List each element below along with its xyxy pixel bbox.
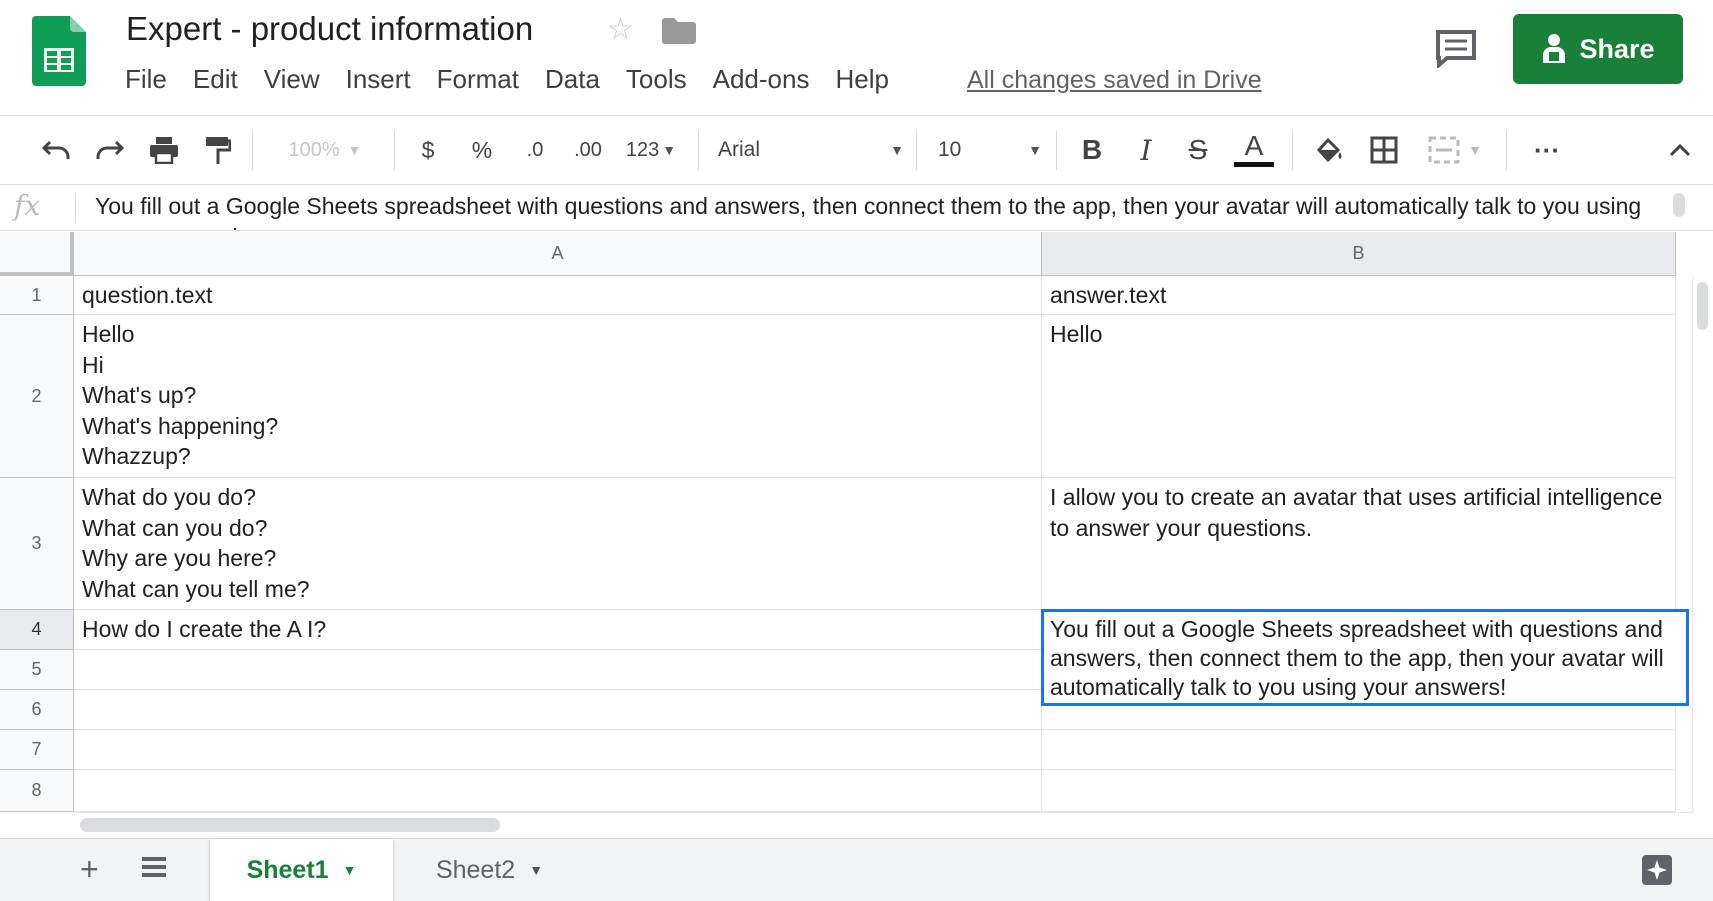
- tab-sheet2[interactable]: Sheet2 ▼: [398, 839, 581, 901]
- chevron-down-icon: ▼: [342, 862, 357, 878]
- row-header-8[interactable]: 8: [0, 770, 74, 812]
- title-bar: Expert - product information ☆ File Edit…: [0, 0, 1713, 116]
- folder-icon[interactable]: [662, 18, 696, 44]
- strikethrough-button[interactable]: S: [1180, 116, 1216, 184]
- fill-color-icon[interactable]: [1310, 116, 1350, 184]
- row-header-2[interactable]: 2: [0, 315, 74, 478]
- toolbar-separator: [698, 130, 699, 170]
- more-options-button[interactable]: ···: [1522, 116, 1572, 184]
- print-icon[interactable]: [144, 116, 184, 184]
- select-all-corner[interactable]: [0, 232, 74, 276]
- comments-icon[interactable]: [1435, 30, 1477, 68]
- document-title[interactable]: Expert - product information: [126, 10, 533, 48]
- text-color-button[interactable]: A: [1232, 116, 1276, 184]
- lock-person-icon: [1543, 34, 1566, 63]
- column-header-a[interactable]: A: [74, 232, 1042, 276]
- row-header-1[interactable]: 1: [0, 276, 74, 315]
- percent-format-button[interactable]: %: [464, 116, 500, 184]
- menu-file[interactable]: File: [116, 64, 180, 95]
- formula-scrollbar[interactable]: [1673, 193, 1685, 217]
- sheets-logo-icon[interactable]: [32, 16, 86, 86]
- menu-format[interactable]: Format: [424, 64, 532, 95]
- merge-cells-icon[interactable]: ▼: [1418, 116, 1492, 184]
- italic-button[interactable]: I: [1128, 116, 1164, 184]
- cell-a1[interactable]: question.text: [74, 276, 1042, 315]
- column-header-b[interactable]: B: [1042, 232, 1676, 276]
- font-family-select[interactable]: Arial ▼: [718, 116, 904, 184]
- formula-input[interactable]: You fill out a Google Sheets spreadsheet…: [95, 191, 1655, 230]
- row-header-7[interactable]: 7: [0, 730, 74, 770]
- cell-a3[interactable]: What do you do? What can you do? Why are…: [74, 478, 1042, 610]
- row-header-3[interactable]: 3: [0, 478, 74, 610]
- paint-format-icon[interactable]: [198, 116, 238, 184]
- toolbar-separator: [916, 130, 917, 170]
- spreadsheet-grid: A B 1 2 3 4 5 6 7 8 question.text answer…: [0, 232, 1713, 812]
- tab-sheet1[interactable]: Sheet1 ▼: [210, 839, 393, 901]
- chevron-down-icon: ▼: [1468, 142, 1482, 158]
- bold-button[interactable]: B: [1074, 116, 1110, 184]
- sheet-tabs-bar: + Sheet1 ▼ Sheet2 ▼: [0, 838, 1713, 901]
- cell-a5[interactable]: [74, 650, 1042, 690]
- fx-icon: fx: [14, 189, 41, 222]
- cell-b4-active[interactable]: You fill out a Google Sheets spreadsheet…: [1041, 609, 1689, 706]
- menu-tools[interactable]: Tools: [613, 64, 700, 95]
- toolbar-separator: [1292, 130, 1293, 170]
- cell-b8[interactable]: [1042, 770, 1676, 812]
- vertical-scrollbar-track[interactable]: [1692, 276, 1713, 812]
- all-sheets-list-icon[interactable]: [140, 853, 168, 881]
- toolbar-separator: [1506, 130, 1507, 170]
- borders-icon[interactable]: [1364, 116, 1404, 184]
- menu-edit[interactable]: Edit: [180, 64, 251, 95]
- collapse-chevron-icon[interactable]: [1662, 116, 1698, 184]
- more-formats-button[interactable]: 123 ▼: [618, 116, 684, 184]
- toolbar-separator: [394, 130, 395, 170]
- saved-status-link[interactable]: All changes saved in Drive: [967, 66, 1262, 95]
- text-color-swatch: [1234, 162, 1274, 167]
- cell-b7[interactable]: [1042, 730, 1676, 770]
- menu-bar: File Edit View Insert Format Data Tools …: [116, 64, 902, 95]
- undo-icon[interactable]: [36, 116, 76, 184]
- toolbar-separator: [1056, 130, 1057, 170]
- cell-b1[interactable]: answer.text: [1042, 276, 1676, 315]
- cell-b3[interactable]: I allow you to create an avatar that use…: [1042, 478, 1676, 610]
- horizontal-scrollbar-thumb[interactable]: [80, 818, 500, 832]
- formula-separator: [75, 193, 76, 223]
- star-icon[interactable]: ☆: [607, 12, 634, 47]
- toolbar: 100% ▼ $ % .0 .00 123 ▼ Arial ▼ 10 ▼ B I S A…: [0, 116, 1713, 185]
- row-header-4[interactable]: 4: [0, 610, 74, 650]
- formula-bar: fx You fill out a Google Sheets spreadsh…: [0, 185, 1713, 231]
- menu-help[interactable]: Help: [822, 64, 901, 95]
- cell-a6[interactable]: [74, 690, 1042, 730]
- toolbar-separator: [252, 130, 253, 170]
- chevron-down-icon: ▼: [1028, 142, 1042, 158]
- menu-addons[interactable]: Add-ons: [700, 64, 823, 95]
- zoom-select[interactable]: 100% ▼: [270, 116, 380, 184]
- decrease-decimal-button[interactable]: .0: [515, 116, 555, 184]
- menu-insert[interactable]: Insert: [333, 64, 424, 95]
- cell-b2[interactable]: Hello: [1042, 315, 1676, 478]
- chevron-down-icon: ▼: [662, 142, 677, 158]
- chevron-down-icon: ▼: [347, 142, 362, 158]
- menu-data[interactable]: Data: [532, 64, 613, 95]
- chevron-down-icon: ▼: [890, 142, 904, 158]
- row-header-5[interactable]: 5: [0, 650, 74, 690]
- menu-view[interactable]: View: [251, 64, 333, 95]
- redo-icon[interactable]: [90, 116, 130, 184]
- cell-a2[interactable]: Hello Hi What's up? What's happening? Wh…: [74, 315, 1042, 478]
- increase-decimal-button[interactable]: .00: [566, 116, 610, 184]
- share-button[interactable]: Share: [1513, 14, 1683, 84]
- row-header-6[interactable]: 6: [0, 690, 74, 730]
- vertical-scrollbar-thumb[interactable]: [1697, 282, 1708, 330]
- add-sheet-plus-icon[interactable]: +: [80, 851, 99, 888]
- font-size-select[interactable]: 10 ▼: [938, 116, 1042, 184]
- cell-a8[interactable]: [74, 770, 1042, 812]
- cell-a7[interactable]: [74, 730, 1042, 770]
- currency-format-button[interactable]: $: [410, 116, 446, 184]
- explore-icon[interactable]: [1640, 853, 1674, 887]
- chevron-down-icon: ▼: [529, 862, 544, 878]
- share-label: Share: [1579, 33, 1655, 64]
- cell-a4[interactable]: How do I create the A I?: [74, 610, 1042, 650]
